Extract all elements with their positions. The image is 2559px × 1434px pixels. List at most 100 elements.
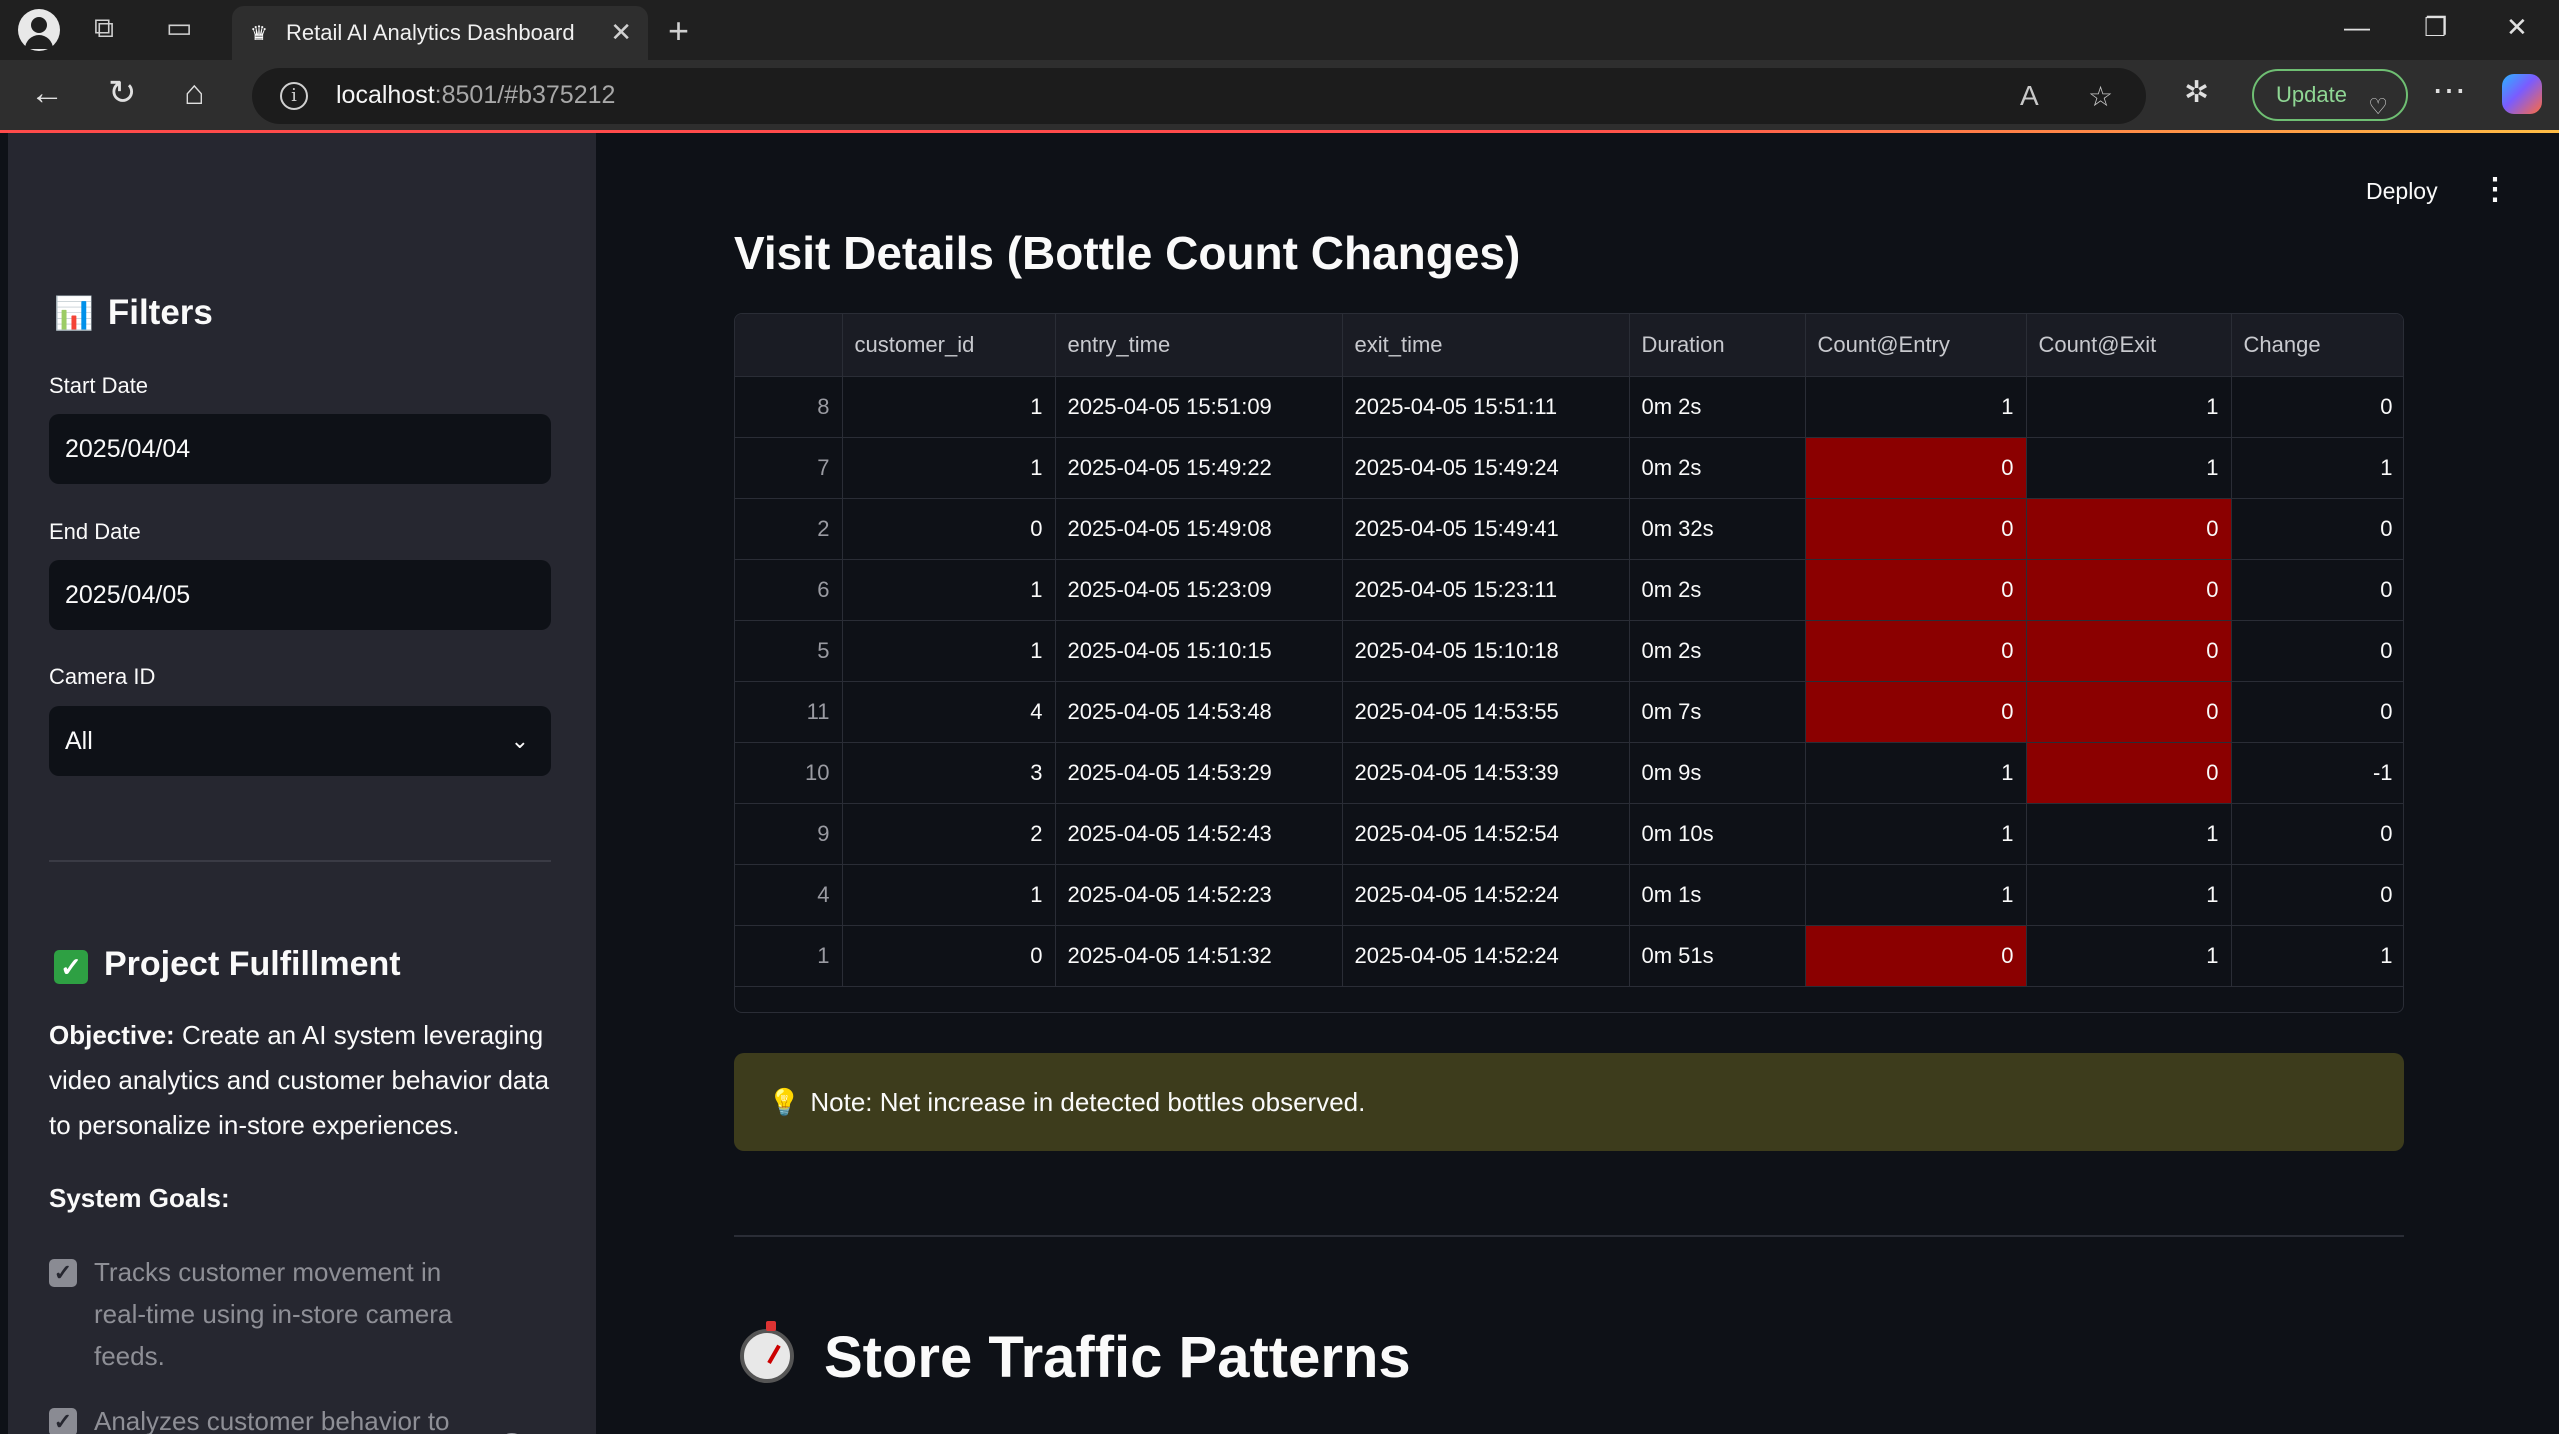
count-exit-cell[interactable]: 1 [2026,925,2232,987]
row-index-cell[interactable]: 1 [735,925,843,987]
extensions-icon[interactable]: ✲ [2184,78,2209,108]
column-header[interactable]: customer_id [842,314,1056,377]
camera-id-select[interactable]: All ⌄ [49,706,551,776]
change-cell[interactable]: 0 [2231,864,2403,926]
count-entry-cell[interactable]: 0 [1805,437,2027,499]
entry-time-cell[interactable]: 2025-04-05 14:53:29 [1055,742,1343,804]
row-index-cell[interactable]: 6 [735,559,843,621]
count-exit-cell[interactable]: 1 [2026,376,2232,438]
customer-id-cell[interactable]: 1 [842,437,1056,499]
favorite-star-icon[interactable]: ☆ [2088,80,2113,113]
column-header[interactable]: exit_time [1342,314,1630,377]
change-cell[interactable]: 0 [2231,681,2403,743]
table-row[interactable]: 11 4 2025-04-05 14:53:48 2025-04-05 14:53:5… [735,681,2403,743]
count-entry-cell[interactable]: 0 [1805,620,2027,682]
restore-icon[interactable]: ❐ [2424,12,2447,43]
read-aloud-icon[interactable]: A [2020,80,2039,112]
profile-avatar-icon[interactable] [18,9,60,51]
minimize-icon[interactable]: — [2344,12,2370,43]
count-exit-cell[interactable]: 0 [2026,498,2232,560]
tab-close-icon[interactable]: ✕ [610,17,632,48]
more-options-icon[interactable]: ⋯ [2432,74,2466,108]
change-cell[interactable]: 1 [2231,437,2403,499]
exit-time-cell[interactable]: 2025-04-05 14:52:24 [1342,864,1630,926]
row-index-cell[interactable]: 5 [735,620,843,682]
count-exit-cell[interactable]: 1 [2026,437,2232,499]
change-cell[interactable]: -1 [2231,742,2403,804]
row-index-cell[interactable]: 11 [735,681,843,743]
entry-time-cell[interactable]: 2025-04-05 15:51:09 [1055,376,1343,438]
table-row[interactable]: 8 1 2025-04-05 15:51:09 2025-04-05 15:51:11… [735,376,2403,438]
duration-cell[interactable]: 0m 2s [1629,376,1806,438]
count-entry-cell[interactable]: 0 [1805,559,2027,621]
deploy-button[interactable]: Deploy [2366,178,2438,205]
count-entry-cell[interactable]: 1 [1805,864,2027,926]
duration-cell[interactable]: 0m 10s [1629,803,1806,865]
row-index-cell[interactable]: 7 [735,437,843,499]
customer-id-cell[interactable]: 0 [842,498,1056,560]
duration-cell[interactable]: 0m 51s [1629,925,1806,987]
entry-time-cell[interactable]: 2025-04-05 15:49:22 [1055,437,1343,499]
count-exit-cell[interactable]: 0 [2026,681,2232,743]
column-header[interactable]: entry_time [1055,314,1343,377]
change-cell[interactable]: 0 [2231,620,2403,682]
duration-cell[interactable]: 0m 2s [1629,620,1806,682]
browser-tab-active[interactable]: ♛ Retail AI Analytics Dashboard ✕ [232,6,648,60]
table-row[interactable]: 10 3 2025-04-05 14:53:29 2025-04-05 14:53:3… [735,742,2403,804]
count-exit-cell[interactable]: 0 [2026,620,2232,682]
exit-time-cell[interactable]: 2025-04-05 14:52:24 [1342,925,1630,987]
change-cell[interactable]: 0 [2231,498,2403,560]
table-row[interactable]: 6 1 2025-04-05 15:23:09 2025-04-05 15:23:11… [735,559,2403,621]
entry-time-cell[interactable]: 2025-04-05 14:52:43 [1055,803,1343,865]
exit-time-cell[interactable]: 2025-04-05 15:23:11 [1342,559,1630,621]
entry-time-cell[interactable]: 2025-04-05 14:51:32 [1055,925,1343,987]
update-button[interactable]: Update ♡ [2252,69,2408,121]
back-icon[interactable]: ← [30,76,64,110]
new-tab-icon[interactable]: + [668,10,689,52]
tab-actions-icon[interactable]: ▭ [166,14,192,42]
count-exit-cell[interactable]: 1 [2026,864,2232,926]
customer-id-cell[interactable]: 1 [842,559,1056,621]
change-cell[interactable]: 0 [2231,803,2403,865]
entry-time-cell[interactable]: 2025-04-05 15:10:15 [1055,620,1343,682]
exit-time-cell[interactable]: 2025-04-05 15:10:18 [1342,620,1630,682]
reload-icon[interactable]: ↻ [108,76,137,110]
index-column-header[interactable] [735,314,843,377]
duration-cell[interactable]: 0m 9s [1629,742,1806,804]
table-row[interactable]: 4 1 2025-04-05 14:52:23 2025-04-05 14:52:24… [735,864,2403,926]
count-entry-cell[interactable]: 0 [1805,681,2027,743]
count-exit-cell[interactable]: 0 [2026,559,2232,621]
column-header[interactable]: Count@Entry [1805,314,2027,377]
customer-id-cell[interactable]: 4 [842,681,1056,743]
close-window-icon[interactable]: ✕ [2506,12,2528,43]
table-row[interactable]: 2 0 2025-04-05 15:49:08 2025-04-05 15:49:41… [735,498,2403,560]
change-cell[interactable]: 1 [2231,925,2403,987]
entry-time-cell[interactable]: 2025-04-05 14:53:48 [1055,681,1343,743]
table-row[interactable]: 5 1 2025-04-05 15:10:15 2025-04-05 15:10:18… [735,620,2403,682]
count-entry-cell[interactable]: 1 [1805,376,2027,438]
exit-time-cell[interactable]: 2025-04-05 14:52:54 [1342,803,1630,865]
change-cell[interactable]: 0 [2231,559,2403,621]
row-index-cell[interactable]: 2 [735,498,843,560]
column-header[interactable]: Duration [1629,314,1806,377]
exit-time-cell[interactable]: 2025-04-05 14:53:55 [1342,681,1630,743]
count-exit-cell[interactable]: 0 [2026,742,2232,804]
duration-cell[interactable]: 0m 1s [1629,864,1806,926]
row-index-cell[interactable]: 9 [735,803,843,865]
column-header[interactable]: Count@Exit [2026,314,2232,377]
count-entry-cell[interactable]: 1 [1805,803,2027,865]
entry-time-cell[interactable]: 2025-04-05 14:52:23 [1055,864,1343,926]
entry-time-cell[interactable]: 2025-04-05 15:23:09 [1055,559,1343,621]
visit-details-table[interactable]: customer_id entry_time exit_time Duration Co… [734,313,2404,1013]
goal-2-checkbox[interactable]: ✓ [49,1408,77,1434]
goal-1-checkbox[interactable]: ✓ [49,1259,77,1287]
customer-id-cell[interactable]: 3 [842,742,1056,804]
end-date-input[interactable]: 2025/04/05 [49,560,551,630]
customer-id-cell[interactable]: 2 [842,803,1056,865]
duration-cell[interactable]: 0m 7s [1629,681,1806,743]
count-entry-cell[interactable]: 1 [1805,742,2027,804]
customer-id-cell[interactable]: 1 [842,864,1056,926]
row-index-cell[interactable]: 10 [735,742,843,804]
table-row[interactable]: 9 2 2025-04-05 14:52:43 2025-04-05 14:52:54… [735,803,2403,865]
site-info-icon[interactable]: i [280,82,308,110]
